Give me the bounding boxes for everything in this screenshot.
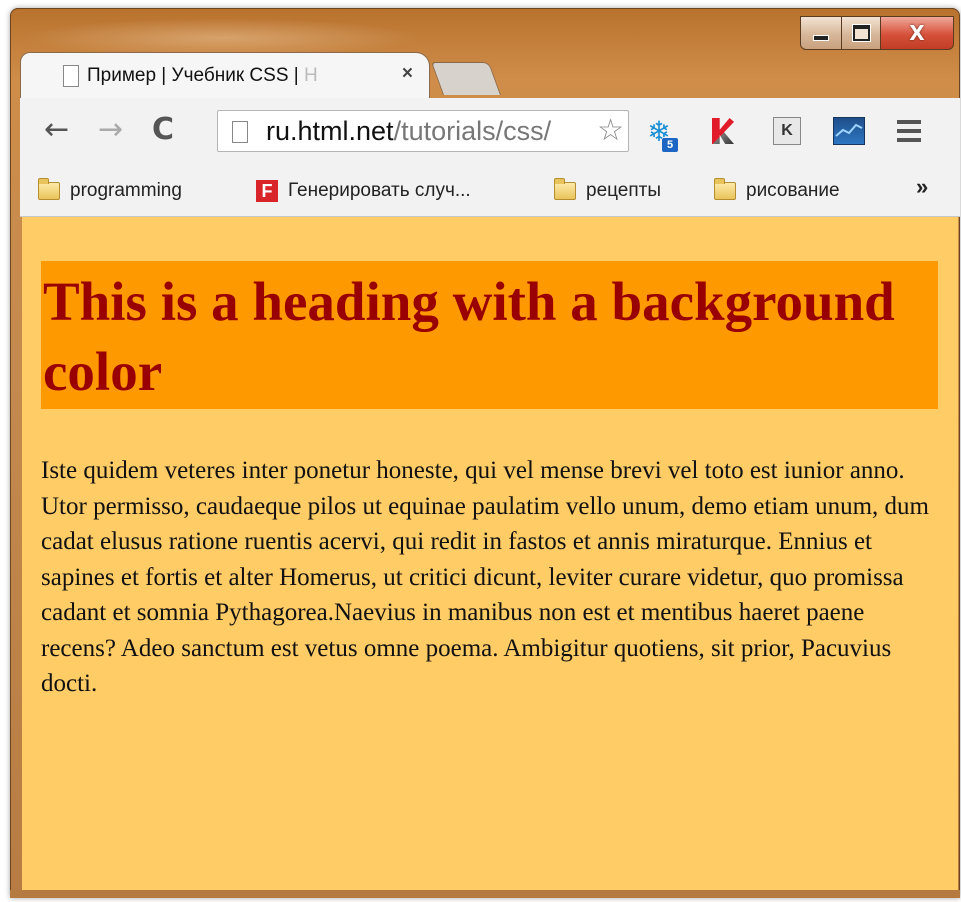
reload-button[interactable]: C <box>152 112 174 147</box>
extension-badge: 5 <box>662 138 678 152</box>
page-content: This is a heading with a background colo… <box>22 217 958 890</box>
tab-title: Пример | Учебник CSS | Н <box>87 65 318 87</box>
maximize-icon <box>852 25 870 41</box>
snowflake-extension-icon[interactable]: ❄ 5 <box>642 114 678 152</box>
tab-active[interactable]: Пример | Учебник CSS | Н × <box>20 52 430 98</box>
back-button[interactable]: ← <box>44 112 69 147</box>
bookmarks-overflow-icon[interactable]: » <box>916 174 928 200</box>
line-chart-icon <box>833 117 865 145</box>
folder-icon <box>554 178 576 200</box>
bookmarks-bar: programming F Генерировать случ... рецеп… <box>20 166 960 217</box>
url-text[interactable]: ru.html.net/tutorials/css/ <box>266 116 551 147</box>
tab-title-fade: Н <box>304 64 318 86</box>
chart-extension-icon[interactable] <box>832 114 866 148</box>
caption-buttons: X <box>800 16 954 50</box>
bookmark-label: рецепты <box>586 180 662 201</box>
forward-button[interactable]: → <box>98 112 123 147</box>
toolbar: ← → C ru.html.net/tutorials/css/ ☆ ❄ 5 K <box>20 98 960 166</box>
f-icon: F <box>256 180 278 202</box>
address-bar[interactable]: ru.html.net/tutorials/css/ ☆ <box>217 110 629 152</box>
bookmark-label: programming <box>70 180 182 201</box>
folder-icon <box>38 178 60 200</box>
page-paragraph: Iste quidem veteres inter ponetur honest… <box>41 457 930 697</box>
url-path: /tutorials/css/ <box>393 116 552 146</box>
page-info-icon[interactable] <box>232 121 248 143</box>
maximize-button[interactable] <box>842 16 881 50</box>
page-heading: This is a heading with a background colo… <box>41 261 938 409</box>
bookmark-star-icon[interactable]: ☆ <box>597 113 624 148</box>
close-window-button[interactable]: X <box>881 16 954 50</box>
kaspersky-logo-icon <box>712 118 734 144</box>
close-icon: X <box>909 21 925 45</box>
folder-icon <box>714 178 736 200</box>
new-tab-button[interactable] <box>430 62 502 95</box>
bookmark-recipes[interactable]: рецепты <box>554 178 662 202</box>
bookmark-programming[interactable]: programming <box>38 178 182 202</box>
window-bottom-frame <box>10 890 960 898</box>
minimize-icon <box>814 36 828 40</box>
bookmark-label: рисование <box>746 180 840 201</box>
k-letter-icon: K <box>773 117 801 145</box>
page-document-icon <box>63 65 79 87</box>
k-extension-icon[interactable]: K <box>770 114 804 148</box>
bookmark-generate[interactable]: F Генерировать случ... <box>256 180 471 202</box>
kaspersky-extension-icon[interactable] <box>706 114 740 148</box>
minimize-button[interactable] <box>800 16 842 50</box>
bookmark-label: Генерировать случ... <box>288 180 471 201</box>
tab-title-main: Пример | Учебник CSS | <box>87 64 304 86</box>
bookmark-drawing[interactable]: рисование <box>714 178 840 202</box>
hamburger-menu-icon[interactable] <box>897 120 921 147</box>
url-host: ru.html.net <box>266 116 394 146</box>
tab-close-button[interactable]: × <box>402 63 413 85</box>
